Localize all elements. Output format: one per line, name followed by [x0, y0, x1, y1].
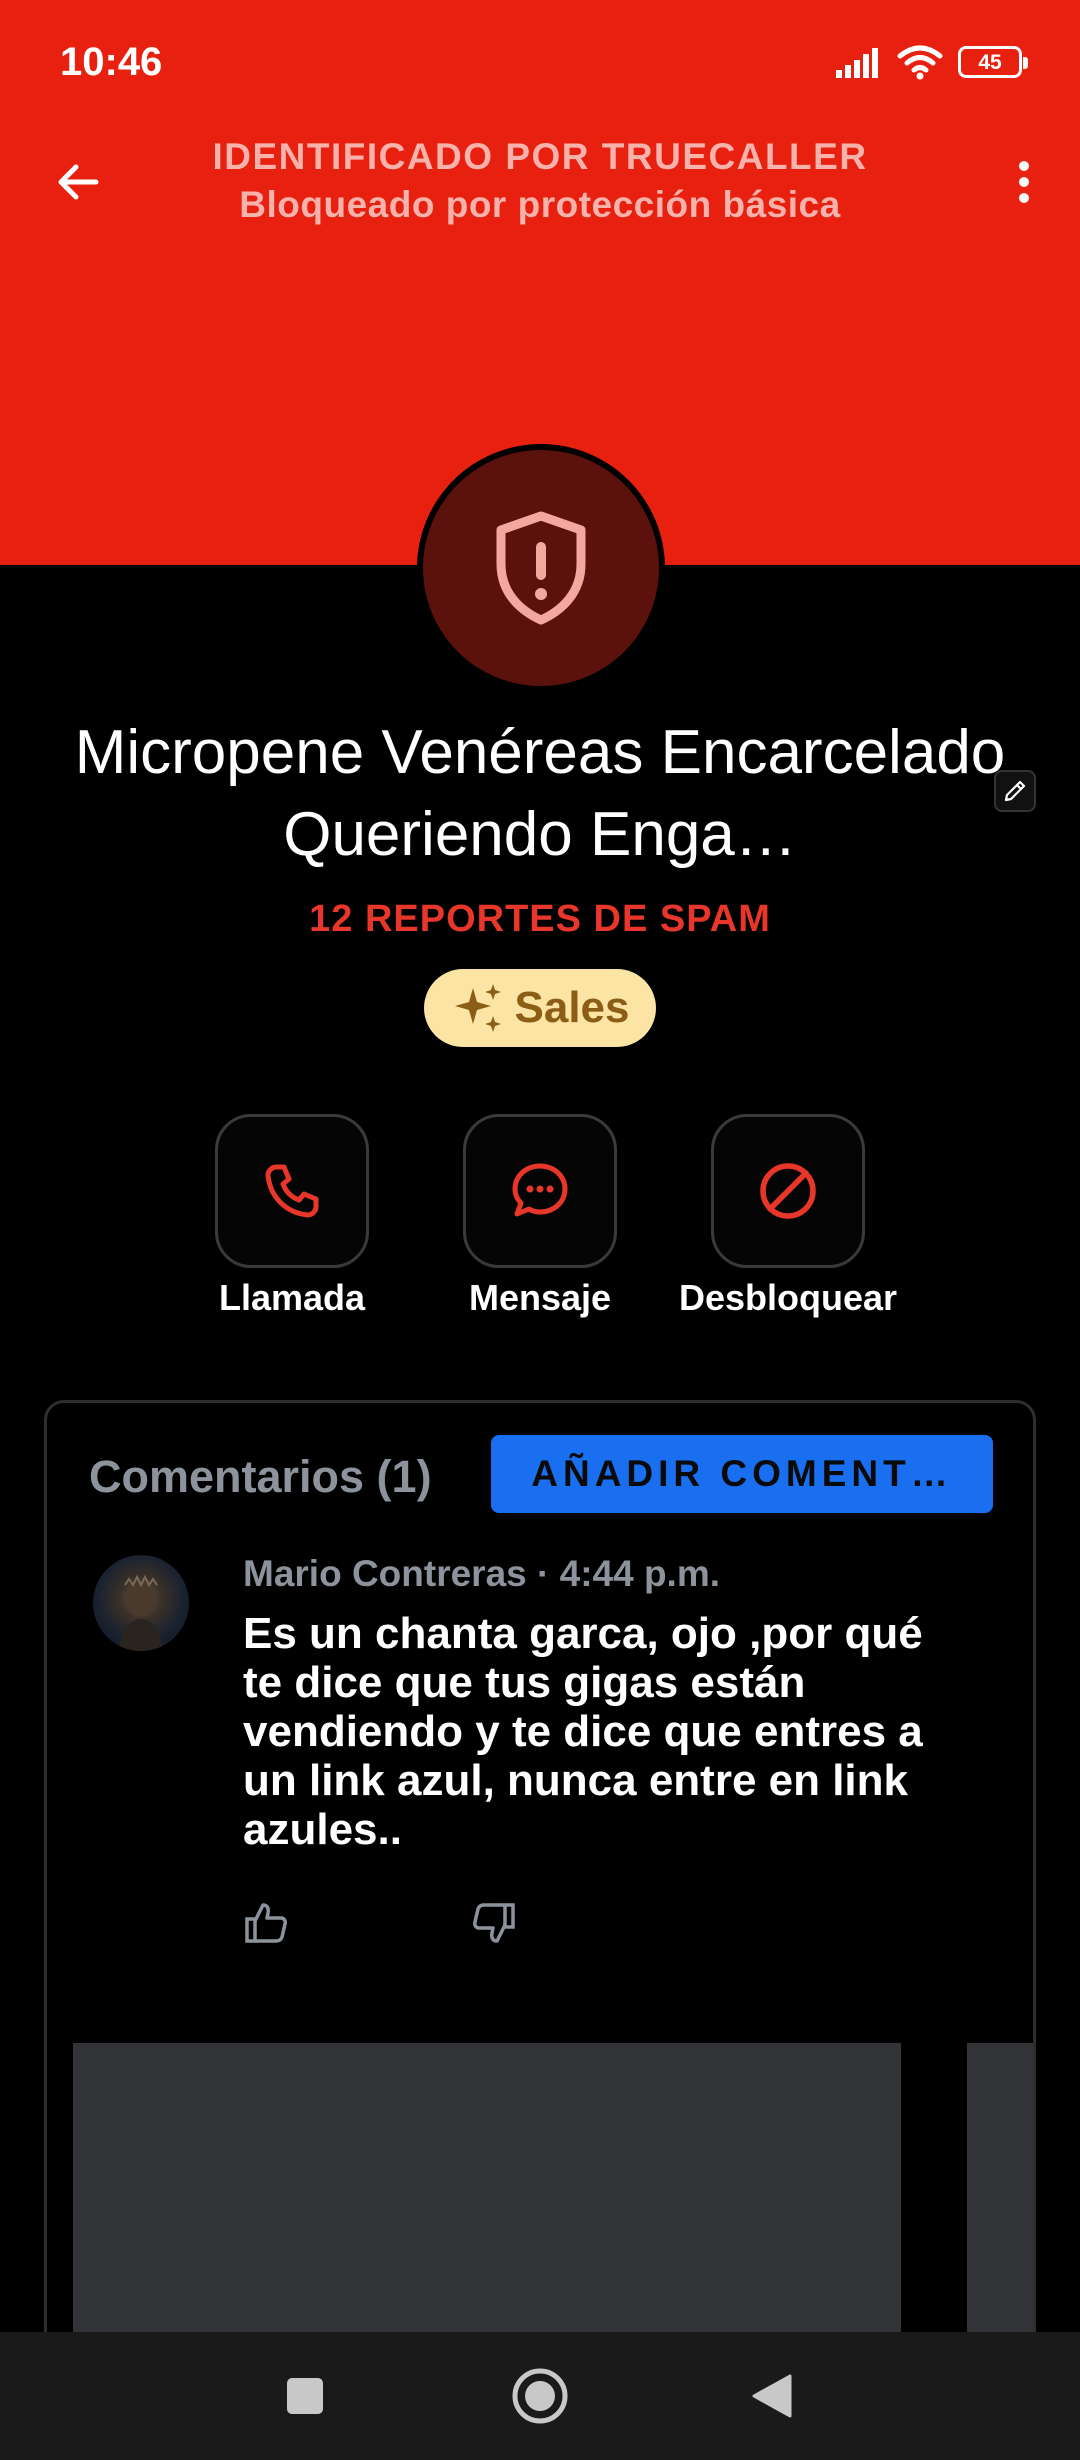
status-icons: 45 [836, 44, 1028, 80]
message-action[interactable]: Mensaje [440, 1114, 640, 1318]
like-button[interactable] [243, 1899, 291, 1947]
thumbs-down-icon [473, 1903, 515, 1943]
phone-icon [265, 1164, 319, 1218]
thumbs-up-icon [245, 1903, 287, 1943]
navigation-bar [0, 2332, 1080, 2460]
message-button[interactable] [463, 1114, 617, 1268]
sales-tag[interactable]: Sales [424, 969, 656, 1047]
sparkle-icon [454, 984, 501, 1032]
block-icon [760, 1163, 816, 1219]
unblock-action[interactable]: Desbloquear [679, 1114, 897, 1318]
comment-author: Mario Contreras · 4:44 p.m. [243, 1553, 721, 1594]
comment-avatar[interactable] [93, 1555, 189, 1651]
battery-level: 45 [978, 50, 1002, 74]
screen: 10:46 45 IDENTIFICADO POR TRUECALLER Blo… [0, 0, 1080, 2460]
more-options-button[interactable] [992, 150, 1056, 214]
call-label: Llamada [218, 1277, 366, 1318]
recents-button[interactable] [265, 2356, 345, 2436]
back-nav-button[interactable] [732, 2356, 812, 2436]
header-title: IDENTIFICADO POR TRUECALLER Bloqueado po… [0, 136, 1080, 226]
message-label: Mensaje [468, 1277, 612, 1318]
wifi-icon [897, 45, 943, 80]
battery-icon: 45 [958, 46, 1028, 78]
status-bar: 10:46 45 [0, 0, 1080, 130]
more-vertical-icon [1019, 161, 1029, 203]
profile-avatar [417, 444, 665, 692]
home-button[interactable] [500, 2356, 580, 2436]
unblock-button[interactable] [711, 1114, 865, 1268]
comment-text: Es un chanta garca, ojo ,por qué te dice… [243, 1609, 923, 1854]
avatar-image [119, 1574, 163, 1651]
spam-reports: 12 REPORTES DE SPAM [309, 898, 771, 940]
comments-card: Comentarios (1) AÑADIR COMENT… Mario Con… [44, 1400, 1036, 2460]
identified-label: IDENTIFICADO POR TRUECALLER [212, 136, 868, 177]
avatar-circle [423, 450, 659, 686]
back-icon [752, 2374, 792, 2418]
shield-alert-icon [496, 511, 586, 625]
status-time: 10:46 [60, 40, 163, 84]
call-action[interactable]: Llamada [192, 1114, 392, 1318]
chat-icon [512, 1163, 568, 1217]
signal-icon [836, 48, 878, 78]
comments-title: Comentarios (1) [89, 1451, 432, 1502]
unblock-label: Desbloquear [678, 1277, 898, 1318]
blocked-label: Bloqueado por protección básica [239, 184, 841, 225]
contact-name: Micropene Venéreas Encarcelado Queriendo… [74, 718, 1006, 869]
pencil-icon [1004, 780, 1026, 802]
tag-label: Sales [514, 983, 630, 1032]
home-icon [512, 2368, 568, 2424]
add-comment-button[interactable]: AÑADIR COMENT… [491, 1435, 993, 1513]
dislike-button[interactable] [469, 1899, 517, 1947]
call-button[interactable] [215, 1114, 369, 1268]
recents-icon [287, 2378, 323, 2414]
edit-name-button[interactable] [994, 770, 1036, 812]
